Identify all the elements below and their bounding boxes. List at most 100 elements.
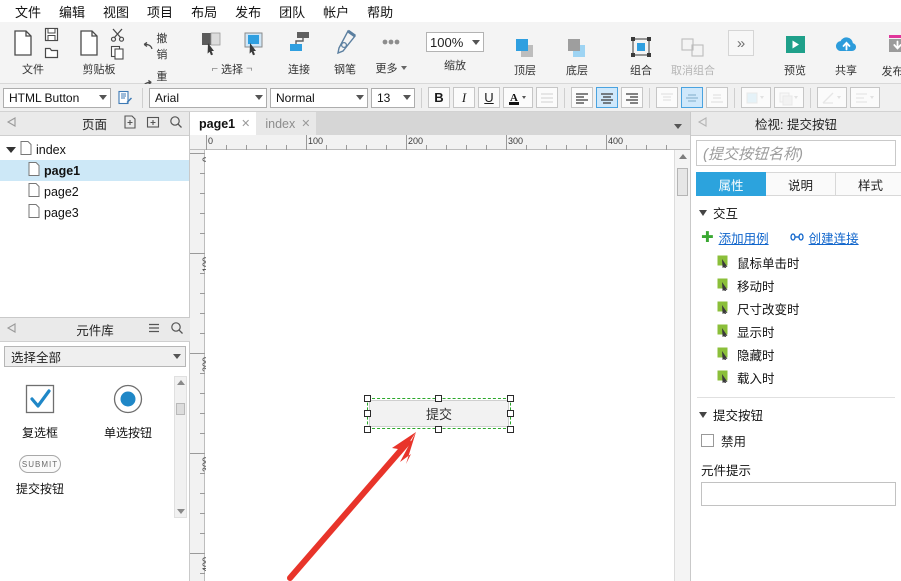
tab-overflow-dropdown-icon[interactable]: [674, 124, 682, 129]
tab-index[interactable]: index ✕: [256, 112, 317, 135]
interaction-section-header[interactable]: 交互: [691, 196, 901, 224]
add-page-icon[interactable]: [123, 115, 137, 132]
italic-button[interactable]: I: [453, 87, 475, 108]
add-folder-icon[interactable]: [146, 115, 160, 132]
disable-checkbox-row[interactable]: 禁用: [691, 426, 901, 452]
close-icon[interactable]: ✕: [301, 117, 310, 130]
pen-icon[interactable]: [328, 26, 362, 60]
page-tree-item-index[interactable]: index: [0, 139, 189, 160]
align-center-button[interactable]: [596, 87, 618, 108]
resize-handle-sw[interactable]: [364, 426, 371, 433]
event-item-click[interactable]: 鼠标单击时: [691, 251, 901, 274]
link-chain-icon: [789, 231, 804, 245]
submit-widget[interactable]: 提交: [369, 400, 509, 427]
close-icon[interactable]: ✕: [241, 117, 250, 130]
connect-icon[interactable]: [282, 26, 316, 60]
menu-item-edit[interactable]: 编辑: [50, 0, 94, 23]
search-pages-icon[interactable]: [169, 115, 183, 132]
new-file-icon[interactable]: [6, 26, 40, 60]
event-item-resize[interactable]: 尺寸改变时: [691, 297, 901, 320]
cut-icon[interactable]: [109, 26, 126, 43]
library-filter-select[interactable]: 选择全部: [4, 346, 186, 367]
create-link-link[interactable]: 创建连接: [809, 228, 859, 247]
menu-item-account[interactable]: 帐户: [314, 0, 358, 23]
save-icon[interactable]: [43, 26, 60, 43]
resize-handle-se[interactable]: [507, 426, 514, 433]
font-color-button[interactable]: A: [503, 87, 533, 108]
align-middle-button[interactable]: [681, 87, 703, 108]
disable-checkbox[interactable]: [701, 434, 714, 447]
library-item-checkbox[interactable]: 复选框: [0, 381, 80, 441]
library-scrollbar[interactable]: [174, 376, 187, 518]
scrollbar-thumb[interactable]: [677, 168, 688, 196]
group-button[interactable]: 组合: [618, 36, 664, 78]
resize-handle-e[interactable]: [507, 410, 514, 417]
preview-button[interactable]: 预览: [772, 34, 818, 78]
scroll-up-arrow-icon[interactable]: [679, 154, 687, 159]
resize-handle-nw[interactable]: [364, 395, 371, 402]
widget-style-editor-icon[interactable]: [114, 87, 136, 108]
font-size-select[interactable]: 13: [371, 87, 415, 108]
tab-notes[interactable]: 说明: [766, 172, 836, 196]
library-item-submit[interactable]: SUBMIT 提交按钮: [0, 455, 80, 497]
widget-type-select[interactable]: HTML Button: [3, 87, 111, 108]
share-button[interactable]: 共享: [823, 34, 869, 78]
copy-icon[interactable]: [109, 44, 126, 61]
select-region-icon[interactable]: [236, 26, 270, 60]
underline-button[interactable]: U: [478, 87, 500, 108]
event-item-show[interactable]: 显示时: [691, 320, 901, 343]
menu-item-view[interactable]: 视图: [94, 0, 138, 23]
send-back-button[interactable]: 底层: [554, 36, 600, 78]
resize-handle-n[interactable]: [435, 395, 442, 402]
bold-button[interactable]: B: [428, 87, 450, 108]
event-item-move[interactable]: 移动时: [691, 274, 901, 297]
scroll-up-arrow-icon[interactable]: [177, 380, 185, 385]
library-menu-icon[interactable]: [147, 321, 161, 338]
page-tree-item-page3[interactable]: page3: [0, 202, 189, 223]
widget-section-header[interactable]: 提交按钮: [691, 398, 901, 426]
tooltip-input[interactable]: [701, 482, 896, 506]
add-case-link[interactable]: 添加用例: [719, 228, 769, 247]
menu-item-help[interactable]: 帮助: [358, 0, 402, 23]
tab-style[interactable]: 样式: [836, 172, 901, 196]
menu-item-team[interactable]: 团队: [270, 0, 314, 23]
event-item-load[interactable]: 载入时: [691, 366, 901, 389]
more-label-row[interactable]: 更多: [376, 60, 407, 76]
resize-handle-w[interactable]: [364, 410, 371, 417]
menu-item-layout[interactable]: 布局: [182, 0, 226, 23]
scroll-down-arrow-icon[interactable]: [177, 509, 185, 514]
tab-properties[interactable]: 属性: [696, 172, 766, 196]
paste-icon[interactable]: [72, 26, 106, 60]
select-mode-icon[interactable]: [194, 26, 228, 60]
search-library-icon[interactable]: [170, 321, 184, 338]
event-item-hide[interactable]: 隐藏时: [691, 343, 901, 366]
zoom-select[interactable]: 100%: [426, 32, 484, 52]
tab-page1[interactable]: page1 ✕: [190, 112, 257, 135]
resize-handle-ne[interactable]: [507, 395, 514, 402]
font-style-select[interactable]: Normal: [270, 87, 368, 108]
align-right-button[interactable]: [621, 87, 643, 108]
expand-triangle-icon[interactable]: [6, 146, 16, 153]
library-item-radio[interactable]: 单选按钮: [88, 381, 168, 441]
ribbon-overflow-button[interactable]: »: [728, 30, 754, 56]
more-dots-icon[interactable]: [374, 26, 408, 60]
menu-item-project[interactable]: 项目: [138, 0, 182, 23]
canvas-vertical-scrollbar[interactable]: [674, 150, 690, 581]
bring-front-button[interactable]: 顶层: [502, 36, 548, 78]
collapse-arrow-icon[interactable]: [6, 116, 17, 131]
page-tree-item-page1[interactable]: page1: [0, 160, 189, 181]
open-folder-icon[interactable]: [43, 44, 60, 61]
publish-button[interactable]: 发布: [874, 33, 901, 79]
scrollbar-thumb[interactable]: [176, 403, 185, 415]
menu-item-file[interactable]: 文件: [6, 0, 50, 23]
menu-item-publish[interactable]: 发布: [226, 0, 270, 23]
undo-button[interactable]: 撤销: [138, 28, 176, 64]
align-bottom-icon: [711, 93, 723, 103]
design-canvas[interactable]: 提交: [206, 150, 673, 581]
collapse-arrow-icon[interactable]: [6, 322, 17, 337]
page-tree-item-page2[interactable]: page2: [0, 181, 189, 202]
font-family-select[interactable]: Arial: [149, 87, 267, 108]
widget-name-input[interactable]: (提交按钮名称): [696, 140, 896, 166]
resize-handle-s[interactable]: [435, 426, 442, 433]
align-left-button[interactable]: [571, 87, 593, 108]
